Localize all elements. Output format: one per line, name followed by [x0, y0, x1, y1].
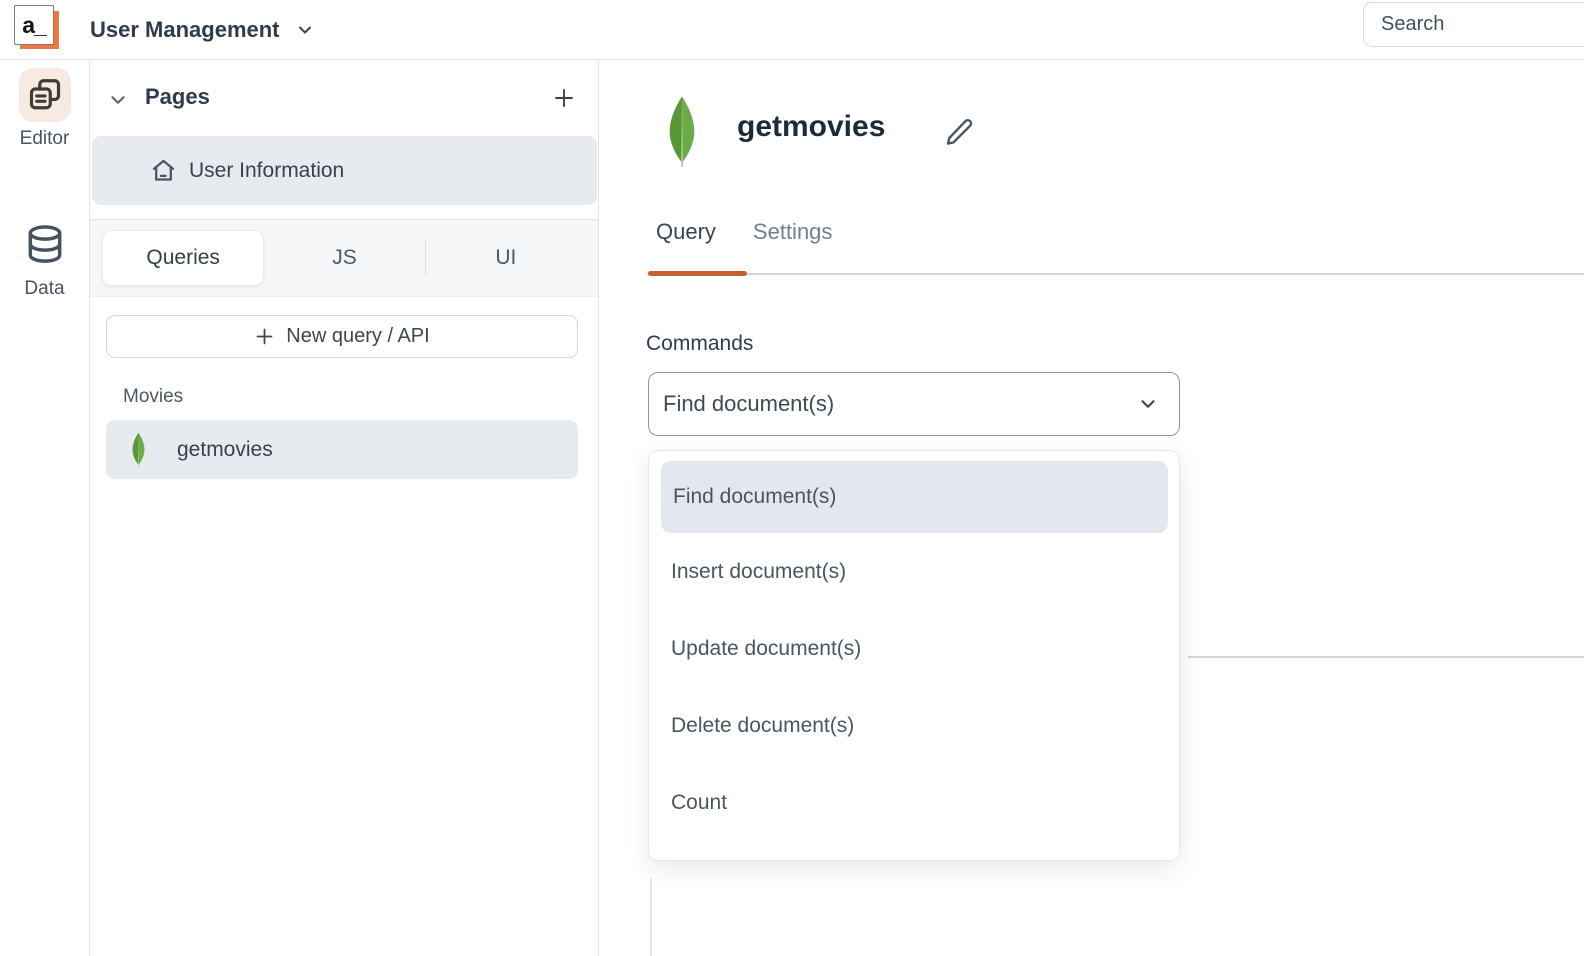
query-group-label: Movies — [123, 386, 183, 408]
rail-label-data: Data — [24, 278, 64, 300]
pages-header-row: Pages — [90, 82, 598, 118]
home-icon — [150, 157, 177, 184]
app-title: User Management — [90, 17, 280, 43]
logo-mark: a_ — [14, 5, 54, 45]
new-query-button[interactable]: New query / API — [106, 315, 578, 358]
search-input[interactable] — [1363, 2, 1584, 47]
dropdown-option-find[interactable]: Find document(s) — [661, 461, 1168, 533]
page-item-user-information[interactable]: User Information — [92, 136, 597, 205]
mongodb-icon — [665, 95, 699, 167]
add-page-button[interactable] — [552, 86, 576, 110]
app-root: a_ User Management Edito — [0, 0, 1584, 956]
tab-js[interactable]: JS — [264, 230, 424, 286]
rail-item-data[interactable]: Data — [0, 218, 89, 300]
tabs-bottom-border — [648, 273, 1584, 275]
section-divider — [1188, 656, 1584, 658]
tab-ui[interactable]: UI — [426, 230, 586, 286]
query-settings-tabs: Query Settings — [656, 219, 832, 245]
query-item-getmovies[interactable]: getmovies — [106, 420, 578, 479]
page-item-label: User Information — [189, 159, 344, 183]
pages-header: Pages — [145, 84, 210, 110]
left-rail: Editor Data — [0, 60, 90, 956]
panel-left-border — [650, 878, 652, 956]
chevron-down-icon[interactable] — [107, 89, 129, 111]
commands-select[interactable]: Find document(s) — [648, 372, 1180, 436]
database-icon — [23, 222, 67, 268]
app-name-menu[interactable]: User Management — [90, 0, 315, 60]
query-title: getmovies — [737, 110, 885, 144]
dropdown-option-update[interactable]: Update document(s) — [649, 610, 1179, 687]
rail-label-editor: Editor — [20, 128, 70, 150]
sidebar-tab-band: Queries JS UI — [90, 220, 598, 297]
active-tab-underline — [648, 271, 747, 276]
commands-select-value: Find document(s) — [663, 391, 1137, 417]
edit-name-button[interactable] — [941, 114, 977, 150]
commands-dropdown: Find document(s) Insert document(s) Upda… — [648, 450, 1180, 861]
pages-copy-icon — [27, 77, 63, 113]
new-query-label: New query / API — [286, 325, 429, 348]
chevron-down-icon — [295, 20, 315, 40]
dropdown-option-delete[interactable]: Delete document(s) — [649, 687, 1179, 764]
dropdown-option-count[interactable]: Count — [649, 764, 1179, 841]
top-bar: a_ User Management — [0, 0, 1584, 60]
commands-label: Commands — [646, 332, 753, 356]
pages-sidebar: Pages User Information Queries JS UI — [90, 60, 599, 956]
pencil-icon — [944, 117, 974, 147]
data-icon-box — [19, 218, 71, 272]
query-item-label: getmovies — [177, 438, 273, 462]
chevron-down-icon — [1137, 393, 1159, 415]
tab-queries[interactable]: Queries — [102, 230, 264, 286]
dropdown-option-insert[interactable]: Insert document(s) — [649, 533, 1179, 610]
editor-icon-box — [19, 68, 71, 122]
appsmith-logo[interactable]: a_ — [14, 5, 60, 51]
tab-settings[interactable]: Settings — [753, 219, 833, 245]
tab-query[interactable]: Query — [656, 219, 716, 245]
plus-icon — [254, 326, 275, 347]
rail-item-editor[interactable]: Editor — [0, 68, 89, 150]
mongodb-icon — [130, 432, 147, 467]
query-editor-main: getmovies Query Settings Commands Find d… — [600, 60, 1584, 956]
editor-segmented-control: Queries JS UI — [102, 230, 586, 286]
